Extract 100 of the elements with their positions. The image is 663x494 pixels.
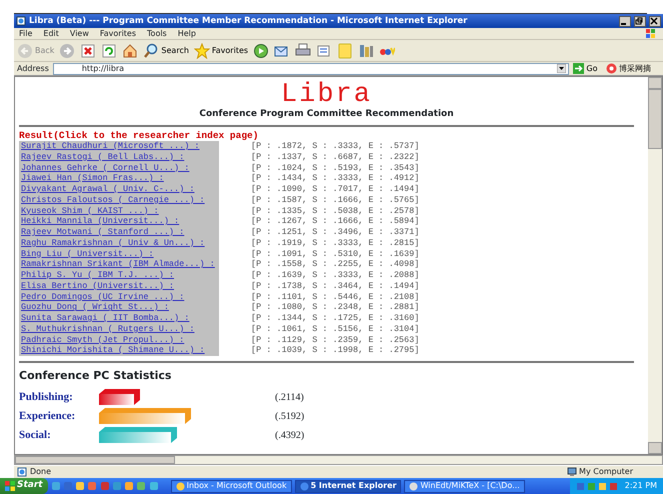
address-field[interactable]: http://libra <box>52 62 570 74</box>
start-button[interactable]: Start <box>0 478 48 494</box>
metric-label: Social: <box>19 428 52 443</box>
score-text: [P : .1090, S : .7017, E : .1494] <box>251 184 420 195</box>
quick-launch-icon[interactable] <box>136 481 146 491</box>
score-text: [P : .1039, S : .1998, E : .2795] <box>251 345 420 356</box>
home-icon <box>122 42 138 58</box>
status-text: Done <box>30 466 52 478</box>
go-button[interactable]: Go <box>573 62 598 74</box>
researcher-link[interactable]: Philip S. Yu ( IBM T.J. ...) : <box>19 270 219 281</box>
metric-value: (.5192) <box>274 410 306 424</box>
taskbar-button[interactable]: 5 Internet Explorer <box>294 480 402 492</box>
minimize-button[interactable] <box>619 16 631 26</box>
window-title: Libra (Beta) --- Program Committee Member Recommendation - Microsoft Internet Explorer <box>29 14 468 28</box>
researcher-link[interactable]: Elisa Bertino (Universit...) : <box>19 280 219 292</box>
refresh-button[interactable] <box>101 42 118 58</box>
menu-item[interactable]: Favorites <box>100 28 136 40</box>
menu-item[interactable]: Tools <box>147 28 167 40</box>
quick-launch-icon[interactable] <box>87 481 98 491</box>
researcher-link[interactable]: Padhraic Smyth (Jet Propul...) : <box>19 334 219 346</box>
researcher-link[interactable]: Pedro Domingos (UC Irvine ...) : <box>19 292 219 302</box>
score-text: [P : .1101, S : .5446, E : .2108] <box>251 292 420 302</box>
windows-logo-icon <box>5 481 15 491</box>
books-icon <box>358 42 374 58</box>
close-button[interactable] <box>649 16 661 26</box>
score-text: [P : .1738, S : .3464, E : .1494] <box>251 280 420 292</box>
score-text: [P : .1337, S : .6687, E : .2322] <box>251 152 420 162</box>
researcher-link[interactable]: Guozhu Dong ( Wright St...) : <box>19 302 219 313</box>
score-text: [P : .1587, S : .1666, E : .5765] <box>251 194 420 206</box>
app-icon <box>300 482 309 490</box>
metric-value: (.4392) <box>274 428 306 442</box>
researcher-link[interactable]: Rajeev Rastogi ( Bell Labs...) : <box>19 152 219 162</box>
score-text: [P : .1639, S : .3333, E : .2088] <box>251 270 420 281</box>
stop-icon <box>80 42 96 58</box>
researcher-link[interactable]: Jiawei Han (Simon Fras...) : <box>19 173 219 184</box>
logo: Libra <box>280 81 372 109</box>
taskbar-button[interactable]: Inbox - Microsoft Outlook <box>170 480 292 492</box>
quick-launch-icon[interactable] <box>148 481 159 491</box>
horizontal-scrollbar[interactable] <box>14 455 663 465</box>
score-text: [P : .1080, S : .2348, E : .2881] <box>251 302 420 313</box>
vertical-scrollbar[interactable] <box>648 77 662 454</box>
toolbar-extension-button[interactable]: 博采网摘 <box>606 62 651 74</box>
researcher-link[interactable]: S. Muthukrishnan ( Rutgers U...) : <box>19 324 219 334</box>
page-icon <box>16 16 26 26</box>
menu-item[interactable]: Help <box>178 28 196 40</box>
result-heading: Result(Click to the researcher index page) <box>19 130 260 141</box>
research-button[interactable] <box>358 42 374 58</box>
researcher-link[interactable]: Kyuseok Shim ( KAIST ...) : <box>19 206 219 216</box>
edit-button[interactable] <box>316 42 332 58</box>
flower-icon <box>606 63 617 74</box>
researcher-link[interactable]: Bing Liu ( Universit...) : <box>19 248 219 260</box>
metric-label: Experience: <box>19 408 76 424</box>
metric-label: Publishing: <box>19 390 74 405</box>
print-button[interactable] <box>295 42 312 58</box>
researcher-link[interactable]: Christos Faloutsos ( Carnegie ...) : <box>19 194 219 206</box>
restore-icon <box>635 17 643 25</box>
page-subtitle: Conference Program Committee Recommendation <box>198 109 455 120</box>
search-button[interactable]: Search <box>143 42 189 58</box>
menu-item[interactable]: View <box>70 28 89 40</box>
score-text: [P : .1344, S : .1725, E : .3160] <box>251 313 420 324</box>
menu-item[interactable]: Edit <box>43 28 59 40</box>
researcher-link[interactable]: Sunita Sarawagi ( IIT Bomba...) : <box>19 313 219 324</box>
notes-button[interactable] <box>337 42 354 58</box>
score-text: [P : .1061, S : .5156, E : .3104] <box>251 324 420 334</box>
score-text: [P : .1919, S : .3333, E : .2815] <box>251 238 420 248</box>
quick-launch-icon[interactable] <box>75 481 86 491</box>
app-icon <box>409 482 418 490</box>
address-label: Address <box>17 62 49 74</box>
star-icon <box>194 42 210 58</box>
researcher-link[interactable]: Raghu Ramakrishnan ( Univ & Un...) : <box>19 238 219 248</box>
stop-button[interactable] <box>80 42 96 58</box>
score-text: [P : .1872, S : .3333, E : .5737] <box>251 141 420 152</box>
researcher-link[interactable]: Shinichi Morishita ( Shimane U...) : <box>19 345 219 356</box>
forward-button[interactable] <box>59 42 76 58</box>
maximize-button[interactable] <box>634 16 646 26</box>
researcher-link[interactable]: Divyakant Agrawal ( Univ. C-...) : <box>19 184 219 195</box>
quick-launch-icon[interactable] <box>112 481 122 491</box>
quick-launch-icon[interactable] <box>124 481 134 491</box>
score-text: [P : .1558, S : .2255, E : .4098] <box>251 259 420 270</box>
taskbar-button[interactable]: WinEdt/MiKTeX - [C:\Do... <box>404 480 525 492</box>
dropdown-arrow-icon <box>557 64 566 73</box>
researcher-link[interactable]: Rajeev Motwani ( Stanford ...) : <box>19 227 219 238</box>
security-zone-text: My Computer <box>579 466 633 478</box>
score-text: [P : .1091, S : .5310, E : .1639] <box>251 248 420 260</box>
researcher-link[interactable]: Surajit Chaudhuri (Microsoft ...) : <box>19 141 219 152</box>
score-text: [P : .1267, S : .1666, E : .5894] <box>251 216 420 227</box>
stats-heading: Conference PC Statistics <box>19 368 172 384</box>
quick-launch-icon[interactable] <box>50 481 61 491</box>
note-icon <box>337 42 354 58</box>
home-button[interactable] <box>122 42 138 58</box>
researcher-link[interactable]: Johannes Gehrke ( Cornell U...) : <box>19 162 219 174</box>
favorites-button[interactable]: Favorites <box>194 42 248 58</box>
metric-value: (.2114) <box>274 390 305 404</box>
computer-icon <box>566 467 577 477</box>
researcher-link[interactable]: Ramakrishnan Srikant (IBM Almade...) : <box>19 259 219 270</box>
researcher-link[interactable]: Heikki Mannila (Universit...) : <box>19 216 219 227</box>
media-button[interactable] <box>253 42 270 58</box>
printer-icon <box>295 42 312 58</box>
close-icon <box>650 17 658 25</box>
menu-item[interactable]: File <box>19 28 32 40</box>
